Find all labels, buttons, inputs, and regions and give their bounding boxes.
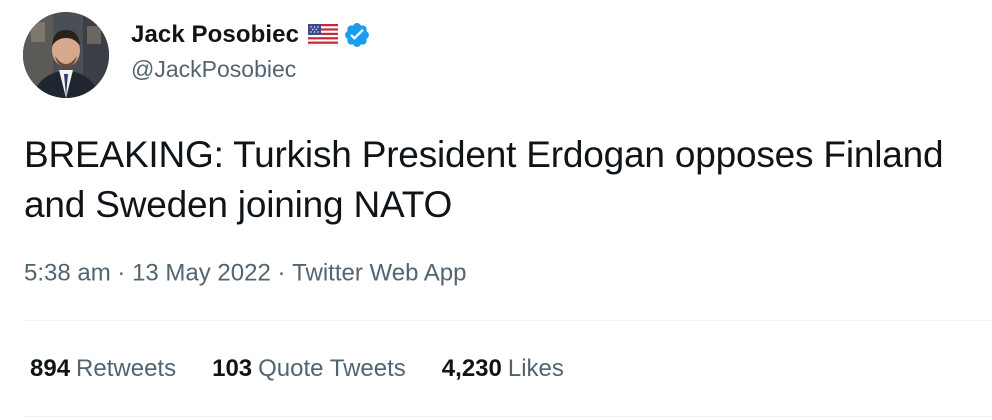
quote-tweets-count: 103 (212, 355, 253, 382)
likes-label: Likes (507, 355, 564, 382)
sliver-mark (72, 0, 102, 2)
quote-tweets-label: Quote Tweets (258, 355, 406, 382)
tweet-meta: 5:38 am · 13 May 2022 · Twitter Web App (24, 259, 466, 288)
sliver-mark (116, 0, 146, 2)
quote-tweets-stat[interactable]: 103 Quote Tweets (212, 355, 406, 383)
likes-count: 4,230 (441, 355, 502, 382)
sliver-mark (28, 0, 58, 2)
author-handle[interactable]: @JackPosobiec (131, 56, 296, 83)
author-display-name[interactable]: Jack Posobiec (131, 21, 299, 49)
meta-separator: · (277, 259, 286, 287)
previous-tweet-actions-sliver (28, 0, 288, 2)
tweet-time[interactable]: 5:38 am (24, 260, 111, 287)
sliver-mark (160, 0, 190, 2)
likes-stat[interactable]: 4,230 Likes (442, 355, 564, 383)
author-name-row[interactable]: Jack Posobiec (131, 20, 371, 50)
retweets-count: 894 (30, 355, 71, 382)
divider (24, 416, 992, 417)
avatar-image (23, 12, 109, 98)
tweet-text: BREAKING: Turkish President Erdogan oppo… (24, 134, 944, 225)
tweet-source[interactable]: Twitter Web App (292, 260, 466, 287)
tweet-date[interactable]: 13 May 2022 (132, 260, 271, 287)
retweets-stat[interactable]: 894 Retweets (30, 355, 176, 383)
meta-separator: · (117, 259, 126, 287)
retweets-label: Retweets (76, 355, 177, 382)
us-flag-icon (307, 23, 339, 47)
divider (24, 320, 992, 321)
avatar[interactable] (23, 12, 109, 98)
verified-badge-icon[interactable] (343, 21, 371, 49)
tweet-stats: 894 Retweets 103 Quote Tweets 4,230 Likes (30, 355, 600, 383)
